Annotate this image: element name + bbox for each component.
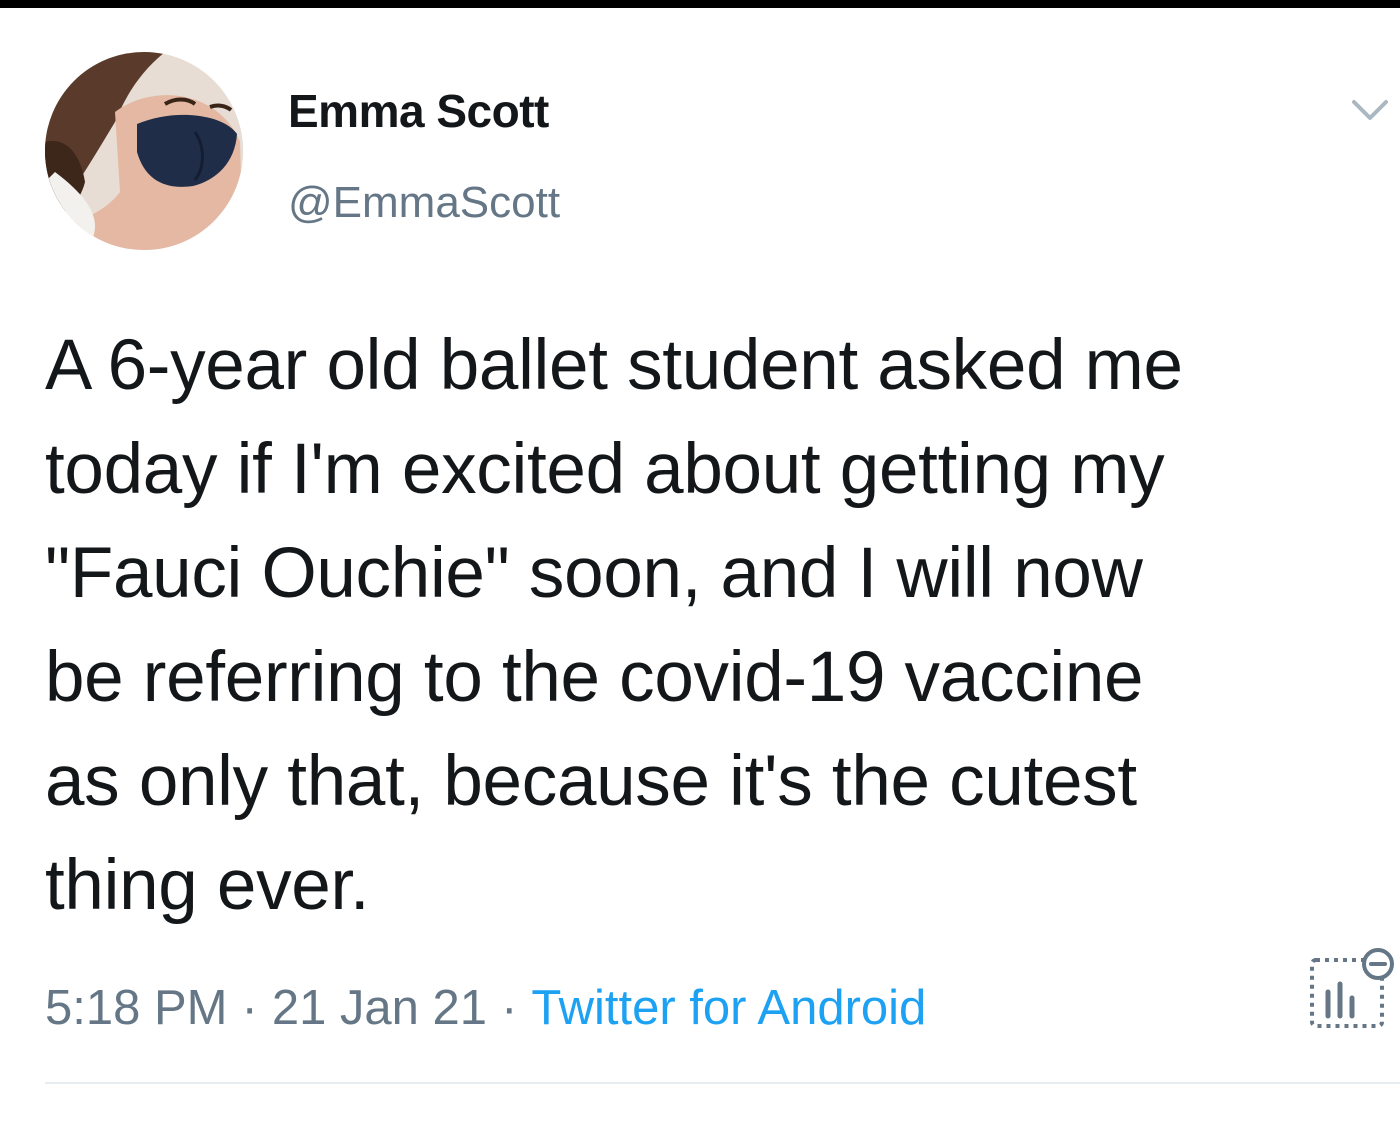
tweet-meta: 5:18 PM · 21 Jan 21 · Twitter for Androi… — [45, 980, 926, 1036]
chevron-down-icon[interactable] — [1348, 92, 1392, 128]
meta-separator: · — [241, 981, 258, 1035]
avatar-photo — [45, 52, 243, 250]
meta-separator: · — [501, 981, 518, 1035]
author-display-name[interactable]: Emma Scott — [288, 84, 549, 138]
divider — [45, 1082, 1400, 1084]
top-edge-bar — [0, 0, 1400, 8]
tweet-time[interactable]: 5:18 PM — [45, 980, 227, 1036]
author-handle[interactable]: @EmmaScott — [288, 178, 560, 228]
tweet-date[interactable]: 21 Jan 21 — [272, 980, 487, 1036]
avatar[interactable] — [45, 52, 243, 250]
tweet-text: A 6-year old ballet student asked me tod… — [45, 326, 1183, 925]
tweet-source-link[interactable]: Twitter for Android — [531, 980, 926, 1036]
tweet-analytics-icon[interactable] — [1308, 944, 1396, 1032]
tweet-detail: Emma Scott @EmmaScott A 6-year old balle… — [0, 8, 1400, 1122]
